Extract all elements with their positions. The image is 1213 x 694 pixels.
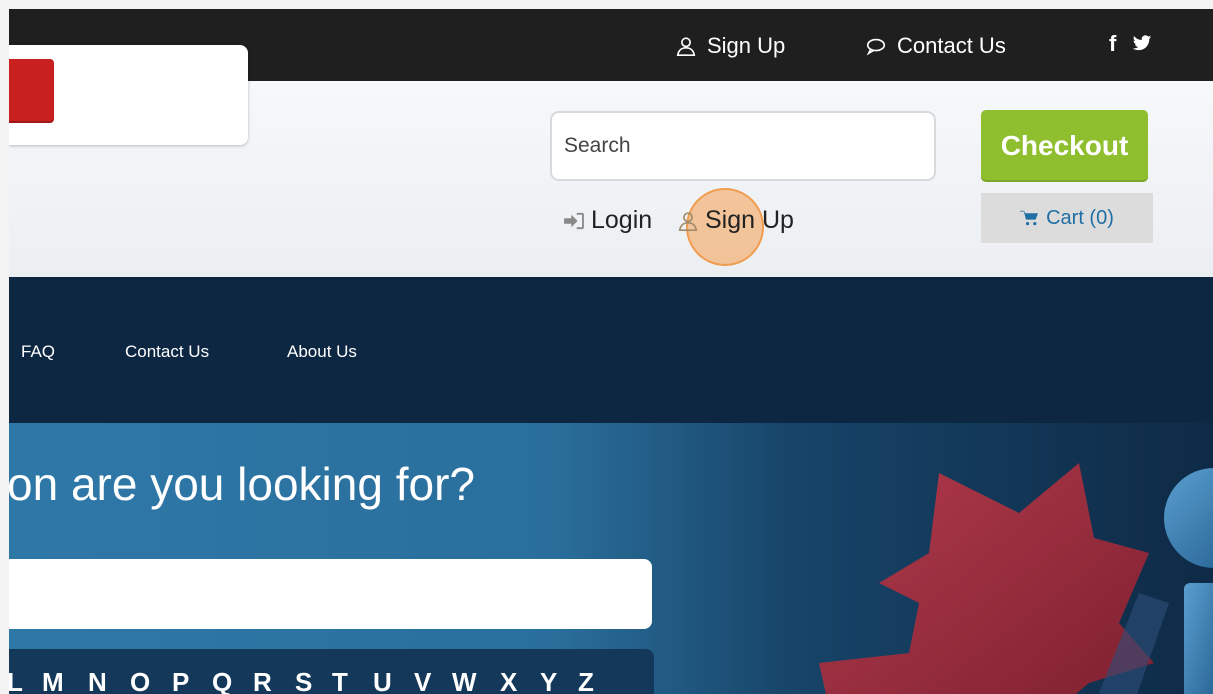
maple-leaf-graphic (819, 463, 1213, 694)
login-link[interactable]: Login (563, 206, 652, 235)
letter-o[interactable]: O (130, 667, 150, 694)
letter-l[interactable]: L (9, 667, 23, 694)
page-frame: Sign Up Contact Us f Checkout Login (9, 9, 1213, 694)
nav-item-contact-us[interactable]: Contact Us (125, 342, 209, 362)
login-label: Login (591, 206, 653, 234)
topbar-contact-link[interactable]: Contact Us (865, 33, 1006, 59)
promo-card (9, 45, 248, 145)
facebook-icon[interactable]: f (1109, 31, 1116, 57)
nav-item-faq[interactable]: FAQ (21, 342, 55, 362)
user-icon (676, 37, 696, 56)
letter-z[interactable]: Z (578, 667, 594, 694)
letter-m[interactable]: M (42, 667, 64, 694)
letter-w[interactable]: W (452, 667, 477, 694)
red-action-button[interactable] (9, 59, 54, 123)
hero-section: on are you looking for? L M N O P Q R S … (9, 423, 1213, 694)
nav-item-about-us[interactable]: About Us (287, 342, 357, 362)
header-signup-label: Sign Up (705, 206, 794, 234)
letter-y[interactable]: Y (540, 667, 557, 694)
hero-search-input[interactable] (9, 559, 652, 629)
main-nav: FAQ Contact Us About Us (9, 277, 1213, 423)
letter-s[interactable]: S (295, 667, 312, 694)
search-input[interactable] (550, 111, 936, 181)
letter-v[interactable]: V (414, 667, 431, 694)
cart-button[interactable]: Cart (0) (981, 193, 1153, 243)
cart-icon (1020, 210, 1039, 226)
chat-bubble-icon (866, 38, 886, 56)
cart-label: Cart (0) (1046, 206, 1114, 229)
letter-q[interactable]: Q (212, 667, 232, 694)
letter-u[interactable]: U (373, 667, 392, 694)
topbar-contact-label: Contact Us (897, 33, 1006, 58)
letter-n[interactable]: N (88, 667, 107, 694)
twitter-icon[interactable] (1131, 33, 1153, 59)
letter-t[interactable]: T (332, 667, 348, 694)
hero-title: on are you looking for? (9, 458, 475, 510)
letter-x[interactable]: X (500, 667, 517, 694)
letter-r[interactable]: R (253, 667, 272, 694)
header-signup-link[interactable]: Sign Up (677, 206, 794, 235)
checkout-button[interactable]: Checkout (981, 110, 1148, 182)
login-arrow-icon (564, 212, 584, 229)
topbar-signup-label: Sign Up (707, 33, 786, 58)
site-header: Checkout Login Sign Up Cart (0) (9, 45, 1213, 277)
topbar-signup-link[interactable]: Sign Up (675, 33, 785, 59)
user-icon (678, 211, 698, 231)
letter-p[interactable]: P (172, 667, 189, 694)
